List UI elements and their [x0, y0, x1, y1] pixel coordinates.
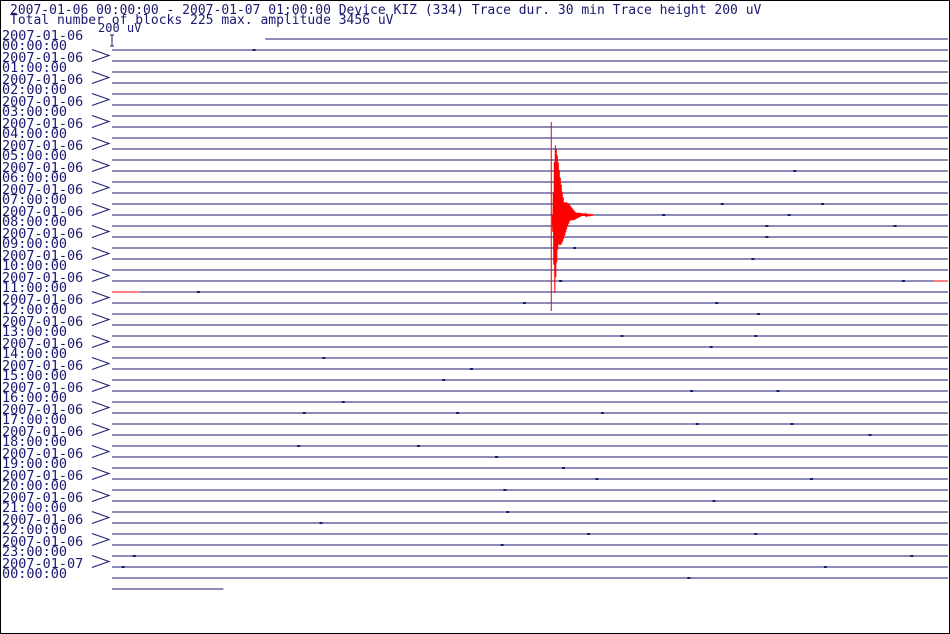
time-label-arrow	[91, 159, 111, 172]
trace-spike	[522, 302, 526, 304]
time-label-arrow	[91, 181, 111, 194]
scale-bar	[110, 34, 114, 47]
scale-label: 200 uV	[98, 21, 141, 35]
time-label-arrow	[91, 137, 111, 150]
trace-spike	[901, 280, 905, 282]
trace-spike	[715, 302, 719, 304]
time-label-arrow	[91, 93, 111, 106]
trace-spike	[809, 478, 813, 480]
time-label-arrow	[91, 291, 111, 304]
trace-spike	[252, 49, 256, 51]
trace-spike	[322, 357, 326, 359]
trace-spike	[559, 280, 563, 282]
trace-spike	[868, 434, 872, 436]
time-label-arrow	[91, 247, 111, 260]
trace-spike	[765, 225, 769, 227]
time-label-arrow	[91, 115, 111, 128]
time-label-arrow	[91, 379, 111, 392]
trace-spike	[823, 566, 827, 568]
trace-spike	[793, 170, 797, 172]
time-label-arrow	[91, 49, 111, 62]
time-label-arrow	[91, 511, 111, 524]
trace-spike	[302, 412, 306, 414]
trace-spike	[456, 412, 460, 414]
trace-spike	[709, 346, 713, 348]
trace-spike	[417, 445, 421, 447]
trace-spike	[695, 423, 699, 425]
trace-spike	[757, 313, 761, 315]
earthquake-event	[112, 122, 948, 311]
trace-spike	[893, 225, 897, 227]
trace-spike	[790, 423, 794, 425]
trace-spike	[765, 236, 769, 238]
trace-spike	[503, 489, 507, 491]
header-summary: Total number of blocks 225 max. amplitud…	[10, 13, 394, 28]
trace-spike	[600, 412, 604, 414]
event-waveform	[551, 145, 595, 293]
time-label-arrow	[91, 225, 111, 238]
trace-spike	[595, 478, 599, 480]
trace-spike	[341, 401, 345, 403]
trace-spike	[506, 511, 510, 513]
trace-spike	[821, 203, 825, 205]
time-label-arrow	[91, 203, 111, 216]
time-label-arrow	[91, 489, 111, 502]
time-label-time: 00:00:00	[2, 566, 67, 582]
trace-spike	[754, 335, 758, 337]
trace-spike	[720, 203, 724, 205]
trace-spike	[500, 544, 504, 546]
time-label-arrow	[91, 423, 111, 436]
trace-spike	[121, 566, 125, 568]
trace-spike	[910, 555, 914, 557]
trace-spike	[319, 522, 323, 524]
trace-spike	[297, 445, 301, 447]
trace-spike	[712, 500, 716, 502]
trace-spike	[751, 258, 755, 260]
trace-spike	[776, 390, 780, 392]
helicorder-plot: 2007-01-06 00:00:00 - 2007-01-07 01:00:0…	[2, 3, 948, 590]
trace-spike	[132, 555, 136, 557]
trace-lines	[112, 38, 948, 590]
time-label-arrow	[91, 445, 111, 458]
trace-spike	[620, 335, 624, 337]
trace-spike	[787, 214, 791, 216]
time-label-arrow	[91, 335, 111, 348]
time-label-arrow	[91, 533, 111, 546]
time-label-arrow	[91, 71, 111, 84]
trace-spike	[662, 214, 666, 216]
time-label-arrow	[91, 467, 111, 480]
time-label-arrow	[91, 313, 111, 326]
time-label-arrow	[91, 401, 111, 414]
trace-spike	[690, 390, 694, 392]
time-label-arrow	[91, 269, 111, 282]
trace-spike	[561, 467, 565, 469]
time-label-arrow	[91, 357, 111, 370]
trace-spike	[442, 379, 446, 381]
trace-spike	[754, 533, 758, 535]
trace-spike	[495, 456, 499, 458]
helicorder-window: 2007-01-06 00:00:00 - 2007-01-07 01:00:0…	[0, 0, 950, 634]
trace-spike	[687, 577, 691, 579]
trace-spike	[469, 368, 473, 370]
time-label-arrow	[91, 555, 111, 568]
trace-spike	[196, 291, 200, 293]
time-labels: 2007-01-0600:00:002007-01-0601:00:002007…	[2, 28, 111, 582]
trace-spike	[587, 533, 591, 535]
trace-spike	[573, 247, 577, 249]
